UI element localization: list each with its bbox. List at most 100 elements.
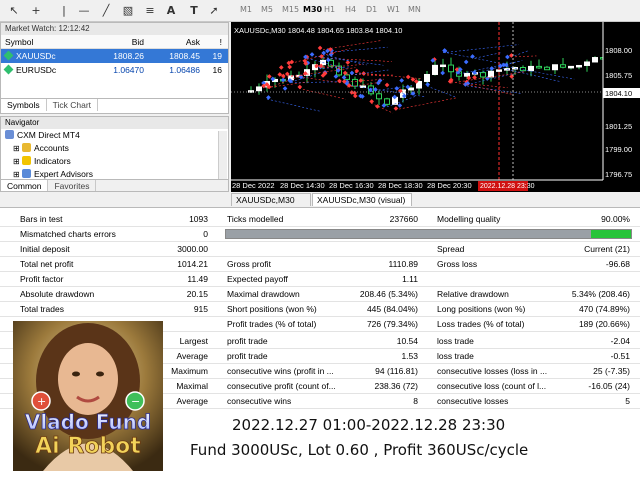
value: 20.15 <box>186 289 208 299</box>
price-label: 1805.75 <box>605 71 632 80</box>
value: -2.04 <box>610 336 630 346</box>
timeframe-m15[interactable]: M15 <box>282 5 299 14</box>
time-label: 28 Dec 20:30 <box>427 181 472 190</box>
tab-symbols[interactable]: Symbols <box>1 99 47 111</box>
candle-body <box>592 57 598 63</box>
market-watch-row[interactable]: XAUUSDc 1808.26 1808.45 19 <box>1 49 228 63</box>
buy-arrow-icon: ◆ <box>334 73 339 80</box>
expand-icon[interactable]: ⊞ <box>13 157 22 166</box>
trade-line <box>322 40 383 50</box>
cursor-icon[interactable]: ↖ <box>6 3 22 19</box>
timeframe-m30[interactable]: M30 <box>303 5 322 14</box>
trade-line <box>466 83 508 88</box>
value: 5.34% (208.46) <box>571 289 630 299</box>
label: Spread <box>437 244 465 254</box>
label: Average <box>176 351 208 361</box>
price-label: 1799.00 <box>605 145 632 154</box>
candle-body <box>584 61 590 66</box>
ask: 1.06486 <box>169 65 200 75</box>
column-ask[interactable]: Ask <box>144 35 200 48</box>
value: 0 <box>203 229 208 239</box>
trendline-icon[interactable]: ╱ <box>98 3 114 19</box>
timeframe-m1[interactable]: M1 <box>240 5 252 14</box>
value: 1014.21 <box>177 259 208 269</box>
tab-tick-chart[interactable]: Tick Chart <box>47 99 99 111</box>
text-tool-icon[interactable]: A <box>163 3 179 19</box>
crosshair-icon[interactable]: + <box>28 3 44 19</box>
timeframe-d1[interactable]: D1 <box>366 5 377 14</box>
market-watch-title: Market Watch: 12:12:42 <box>1 23 228 35</box>
arrows-dropdown-icon[interactable]: ➚ <box>206 3 222 19</box>
toolbar: ↖ + | — ╱ ▧ ≡ A T ➚ M1 M5 M15 M30 H1 H4 D1 W1 MN <box>0 0 640 22</box>
navigator-title: Navigator <box>1 117 228 129</box>
column-symbol[interactable]: Symbol <box>1 35 89 48</box>
sell-arrow-icon: ◆ <box>298 83 303 90</box>
sell-arrow-icon: ◆ <box>359 77 364 84</box>
candle-body <box>496 69 502 72</box>
timeframe-w1[interactable]: W1 <box>387 5 400 14</box>
price-label: 1801.25 <box>605 122 632 131</box>
tab-common[interactable]: Common <box>1 180 49 191</box>
fibonacci-icon[interactable]: ≡ <box>142 3 158 19</box>
buy-arrow-icon: ◆ <box>266 94 271 101</box>
column-bid[interactable]: Bid <box>89 35 144 48</box>
label: Largest <box>179 336 208 346</box>
buy-arrow-icon: ◆ <box>378 77 383 84</box>
buy-arrow-icon: ◆ <box>325 48 330 55</box>
chart-canvas[interactable]: ◆◆◆◆◆◆◆◆◆◆◆◆◆ ◆◆◆ ◆◆◆◆◆◆◆◆◆◆◆◆◆◆◆◆◆◆◆◆◆◆◆◆… <box>231 22 640 192</box>
label: Bars in test <box>20 214 63 224</box>
nav-label: Accounts <box>33 143 69 153</box>
value: 25 (-7.35) <box>593 366 630 376</box>
timeframe-h1[interactable]: H1 <box>324 5 335 14</box>
nav-item-broker[interactable]: CXM Direct MT4 <box>1 129 228 142</box>
nav-item-indicators[interactable]: ⊞ Indicators <box>1 155 228 168</box>
timeframe-m5[interactable]: M5 <box>261 5 273 14</box>
sell-arrow-icon: ◆ <box>319 63 324 70</box>
chart-tabs: XAUUSDc,M30 XAUUSDc,M30 (visual) <box>231 192 640 206</box>
column-spread[interactable]: ! <box>200 35 226 48</box>
candle-body <box>448 64 454 73</box>
trade-arrows-group: ◆◆◆◆◆◆◆◆◆◆◆◆◆ ◆◆◆ ◆◆◆◆◆◆◆◆◆◆◆◆◆◆◆◆◆◆◆◆◆◆◆◆… <box>261 40 575 114</box>
candle-body <box>568 65 574 69</box>
tab-chart-visual[interactable]: XAUUSDc,M30 (visual) <box>312 193 412 206</box>
vertical-line-icon[interactable]: | <box>56 3 72 19</box>
label: consecutive profit (count of... <box>227 381 336 391</box>
price-chart[interactable]: ◆ ◆ ◆ ◆ ◆ ◆ ◆ ◆ ◆ ◆ ◆ ◆ ◆ ◆ ◆ ◆ ◆ ◆ ◆ ◆ ◆ ◆ ◆ ◆ ◆ ◆ ◆ ◆ ◆ ◆ ◆ ◆ ◆ ◆ ◆ ◆ ◆ ◆ ◆ ◆… <box>231 22 640 192</box>
buy-arrow-icon: ◆ <box>464 58 469 65</box>
tab-favorites[interactable]: Favorites <box>48 180 97 191</box>
caption-fund: Fund 3000USc, Lot 0.60 , Profit 360USc/c… <box>190 441 529 459</box>
expand-icon[interactable]: ⊞ <box>13 144 22 153</box>
timeframe-h4[interactable]: H4 <box>345 5 356 14</box>
channel-icon[interactable]: ▧ <box>120 3 136 19</box>
horizontal-line-icon[interactable]: — <box>76 3 92 19</box>
spread: 19 <box>212 51 222 61</box>
label: consecutive losses (loss in ... <box>437 366 548 376</box>
time-label: 28 Dec 14:30 <box>280 181 325 190</box>
text-label-icon[interactable]: T <box>186 3 202 19</box>
value: 726 (79.34%) <box>366 319 418 329</box>
value: 1110.89 <box>388 259 418 269</box>
buy-arrow-icon: ◆ <box>411 90 416 97</box>
market-watch-row[interactable]: EURUSDc 1.06470 1.06486 16 <box>1 63 228 77</box>
sell-arrow-icon: ◆ <box>472 74 477 81</box>
promo-line1: Vlado Fund <box>25 410 151 434</box>
nav-item-accounts[interactable]: ⊞ Accounts <box>1 142 228 155</box>
market-watch-panel: Market Watch: 12:12:42 Symbol Bid Ask ! … <box>0 22 229 114</box>
candle-body <box>544 66 550 71</box>
report-row: Mismatched charts errors 0 <box>0 227 640 242</box>
value: 11.49 <box>187 274 208 284</box>
navigator-scrollbar[interactable] <box>218 131 227 179</box>
tab-chart[interactable]: XAUUSDc,M30 <box>231 193 311 206</box>
quality-bar-good <box>590 230 631 238</box>
expand-icon[interactable]: ⊞ <box>13 170 22 179</box>
promo-line2: Ai Robot <box>35 434 141 459</box>
timeframe-mn[interactable]: MN <box>408 5 421 14</box>
buy-arrow-icon: ◆ <box>394 85 399 92</box>
value: 1.53 <box>401 351 418 361</box>
value: 3000.00 <box>177 244 208 254</box>
symbol-diamond-icon <box>3 50 14 61</box>
time-label: 28 Dec 2022 <box>232 181 275 190</box>
sell-arrow-icon: ◆ <box>369 98 374 105</box>
navigator-panel: Navigator CXM Direct MT4 ⊞ Accounts ⊞ In… <box>0 116 229 192</box>
symbol: XAUUSDc <box>16 51 56 61</box>
